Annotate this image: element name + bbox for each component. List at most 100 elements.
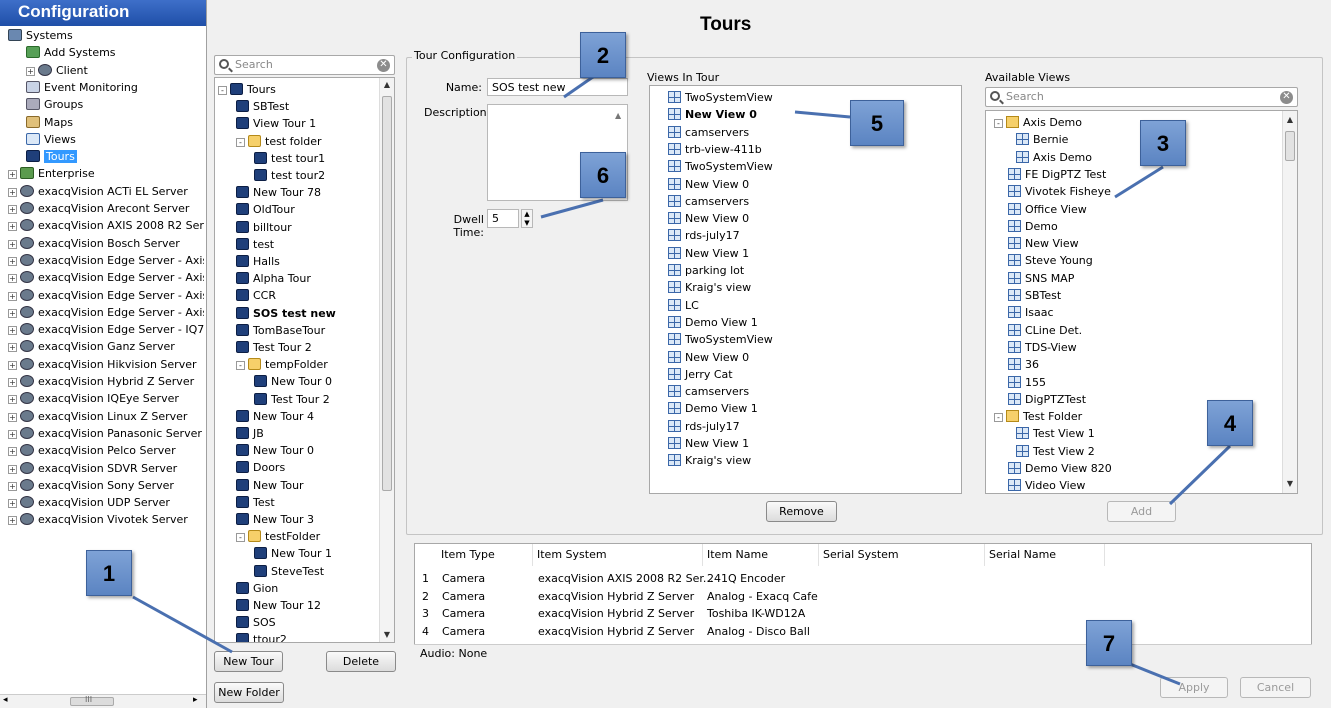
scroll-down-arrow-icon[interactable]: ▼ — [380, 628, 394, 642]
view-in-tour-item[interactable]: New View 1 — [668, 435, 749, 452]
tree-item[interactable]: + exacqVision Arecont Server — [8, 200, 204, 217]
expand-toggle-icon[interactable]: + — [8, 239, 17, 249]
tour-list-item[interactable]: New Tour 4 — [236, 408, 314, 425]
tour-list-item[interactable]: SOS — [236, 614, 276, 631]
tour-list-item[interactable]: SteveTest — [254, 563, 324, 580]
expand-toggle-icon[interactable]: + — [8, 205, 17, 214]
tree-item[interactable]: + exacqVision Panasonic Server — [8, 425, 204, 442]
view-in-tour-item[interactable]: TwoSystemView — [668, 89, 773, 106]
view-in-tour-item[interactable]: camservers — [668, 124, 749, 141]
tour-list-item[interactable]: New Tour 1 — [254, 545, 332, 562]
clear-search-icon[interactable]: ✕ — [377, 59, 390, 72]
view-in-tour-item[interactable]: rds-july17 — [668, 227, 740, 244]
tour-list-item[interactable]: - Tours — [218, 81, 276, 98]
column-header[interactable]: Item Type — [437, 544, 533, 566]
tree-item[interactable]: Maps — [26, 114, 204, 131]
tree-item[interactable]: + exacqVision Hybrid Z Server — [8, 373, 204, 390]
view-in-tour-item[interactable]: Demo View 1 — [668, 314, 758, 331]
remove-view-button[interactable]: Remove — [766, 501, 837, 522]
horizontal-scrollbar[interactable]: ◂ III ▸ — [0, 694, 206, 708]
view-in-tour-item[interactable]: Jerry Cat — [668, 366, 733, 383]
tree-item[interactable]: + exacqVision Ganz Server — [8, 338, 204, 355]
tour-list-item[interactable]: billtour — [236, 219, 292, 236]
view-in-tour-item[interactable]: camservers — [668, 383, 749, 400]
available-view-item[interactable]: Test View 1 — [1016, 425, 1095, 442]
expand-toggle-icon[interactable]: + — [8, 291, 17, 301]
tour-list-item[interactable]: New Tour 0 — [236, 442, 314, 459]
view-in-tour-item[interactable]: TwoSystemView — [668, 158, 773, 175]
cancel-button[interactable]: Cancel — [1240, 677, 1311, 698]
dwell-time-stepper[interactable]: 5 — [487, 209, 519, 228]
view-in-tour-item[interactable]: Demo View 1 — [668, 400, 758, 417]
tree-item[interactable]: + exacqVision AXIS 2008 R2 Serve — [8, 217, 204, 234]
tree-item[interactable]: + exacqVision Linux Z Server — [8, 408, 204, 425]
available-view-item[interactable]: Test View 2 — [1016, 443, 1095, 460]
expand-toggle-icon[interactable]: + — [8, 481, 17, 491]
tour-list-item[interactable]: ttour2 — [236, 631, 287, 642]
view-in-tour-item[interactable]: New View 0 — [668, 210, 749, 227]
view-in-tour-item[interactable]: New View 0 — [668, 176, 749, 193]
new-tour-button[interactable]: New Tour — [214, 651, 283, 672]
expand-toggle-icon[interactable]: + — [8, 412, 17, 422]
tree-item[interactable]: + exacqVision Hikvision Server — [8, 356, 204, 373]
view-in-tour-item[interactable]: Kraig's view — [668, 279, 751, 296]
tour-list-item[interactable]: CCR — [236, 287, 276, 304]
available-view-item[interactable]: Steve Young — [1008, 252, 1093, 269]
spin-up-icon[interactable]: ▲ — [522, 210, 532, 219]
tour-list-item[interactable]: JB — [236, 425, 264, 442]
expand-toggle-icon[interactable]: + — [8, 395, 17, 405]
available-view-item[interactable]: SBTest — [1008, 287, 1061, 304]
available-view-item[interactable]: DigPTZTest — [1008, 391, 1086, 408]
tree-item[interactable]: + exacqVision Edge Server - Axis — [8, 269, 204, 286]
expand-toggle-icon[interactable]: + — [8, 378, 17, 387]
tree-item[interactable]: + exacqVision Pelco Server — [8, 442, 204, 459]
collapse-toggle-icon[interactable]: - — [994, 413, 1003, 423]
expand-toggle-icon[interactable]: + — [8, 222, 17, 232]
available-view-item[interactable]: SNS MAP — [1008, 270, 1074, 287]
tour-list-item[interactable]: SOS test new — [236, 305, 336, 322]
view-in-tour-item[interactable]: New View 1 — [668, 245, 749, 262]
scroll-right-arrow-icon[interactable]: ▸ — [193, 695, 198, 705]
tree-item[interactable]: + exacqVision IQEye Server — [8, 390, 204, 407]
tree-item[interactable]: + exacqVision Bosch Server — [8, 235, 204, 252]
tree-item[interactable]: + exacqVision UDP Server — [8, 494, 204, 511]
tree-item[interactable]: + exacqVision Edge Server - Axis — [8, 304, 204, 321]
tour-list-item[interactable]: New Tour 3 — [236, 511, 314, 528]
tree-item[interactable]: + Client — [26, 62, 204, 79]
tour-list-item[interactable]: Gion — [236, 580, 278, 597]
available-view-item[interactable]: - Axis Demo — [994, 114, 1082, 131]
scroll-up-arrow-icon[interactable]: ▲ — [1283, 113, 1297, 127]
scroll-down-arrow-icon[interactable]: ▼ — [1283, 477, 1297, 491]
expand-toggle-icon[interactable]: + — [8, 256, 17, 266]
tour-list-item[interactable]: - tempFolder — [236, 356, 328, 373]
tour-list-item[interactable]: test tour2 — [254, 167, 325, 184]
expand-toggle-icon[interactable]: + — [8, 499, 17, 509]
expand-toggle-icon[interactable]: + — [8, 326, 17, 336]
delete-tour-button[interactable]: Delete — [326, 651, 396, 672]
tour-list-item[interactable]: TomBaseTour — [236, 322, 325, 339]
tree-item[interactable]: + exacqVision Edge Server - Axis — [8, 252, 204, 269]
tree-item[interactable]: + exacqVision Edge Server - IQ76 — [8, 321, 204, 338]
expand-toggle-icon[interactable]: + — [8, 429, 17, 439]
expand-toggle-icon[interactable]: + — [8, 187, 17, 197]
tree-item[interactable]: Event Monitoring — [26, 79, 204, 96]
available-view-item[interactable]: TDS-View — [1008, 339, 1077, 356]
tree-item[interactable]: Tours — [26, 148, 204, 165]
expand-toggle-icon[interactable]: + — [8, 464, 17, 474]
tour-list-item[interactable]: Halls — [236, 253, 280, 270]
add-view-button[interactable]: Add — [1107, 501, 1176, 522]
tour-list-item[interactable]: - test folder — [236, 133, 322, 150]
available-view-item[interactable]: Vivotek Fisheye — [1008, 183, 1111, 200]
tree-item[interactable]: + exacqVision Vivotek Server — [8, 511, 204, 528]
collapse-toggle-icon[interactable]: - — [236, 137, 245, 147]
available-view-item[interactable]: Isaac — [1008, 304, 1054, 321]
available-views-search-input[interactable]: Search ✕ — [985, 87, 1298, 107]
available-view-item[interactable]: Axis Demo — [1016, 149, 1092, 166]
view-in-tour-item[interactable]: trb-view-411b — [668, 141, 762, 158]
view-in-tour-item[interactable]: New View 0 — [668, 349, 749, 366]
tour-name-field[interactable]: SOS test new — [487, 78, 628, 96]
scroll-up-arrow-icon[interactable]: ▲ — [380, 78, 394, 92]
tour-list-item[interactable]: Doors — [236, 459, 285, 476]
apply-button[interactable]: Apply — [1160, 677, 1228, 698]
new-folder-button[interactable]: New Folder — [214, 682, 284, 703]
